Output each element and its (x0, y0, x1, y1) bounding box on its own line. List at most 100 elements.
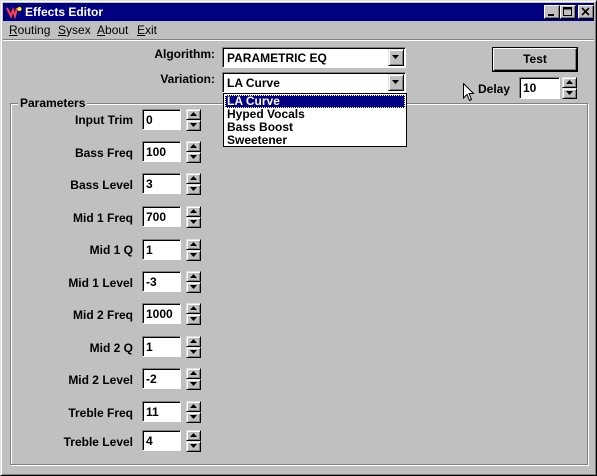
param-input[interactable]: 1000 (142, 303, 181, 324)
spin-up-icon (190, 433, 197, 437)
menu-sysex-label: ysex (66, 23, 91, 37)
spin-down-icon (190, 253, 197, 257)
spin-down-icon (190, 382, 197, 386)
spin-down-icon (190, 123, 197, 127)
menu-sysex[interactable]: Sysex (58, 23, 91, 37)
param-decrement-button[interactable] (186, 282, 201, 293)
param-decrement-button[interactable] (186, 347, 201, 358)
variation-dropdown-list: LA Curve Hyped Vocals Bass Boost Sweeten… (223, 93, 407, 147)
close-icon (581, 7, 590, 16)
param-label: Bass Freq (74, 146, 133, 160)
param-label: Treble Freq (68, 406, 133, 420)
menu-exit-mnemonic: E (137, 23, 146, 37)
param-increment-button[interactable] (186, 401, 201, 412)
param-increment-button[interactable] (186, 368, 201, 379)
variation-option[interactable]: Sweetener (225, 134, 405, 147)
param-increment-button[interactable] (186, 271, 201, 282)
param-spinner (186, 173, 201, 195)
close-button[interactable] (578, 5, 594, 19)
param-spinner (186, 271, 201, 293)
param-spinner (186, 336, 201, 358)
param-value: -3 (146, 275, 157, 289)
spin-up-icon (190, 209, 197, 213)
spin-up-icon (190, 112, 197, 116)
param-value: 100 (146, 145, 167, 159)
delay-label: Delay (478, 82, 511, 96)
menu-about-label: bout (105, 23, 129, 37)
chevron-down-icon (392, 55, 399, 59)
param-decrement-button[interactable] (186, 152, 201, 163)
param-increment-button[interactable] (186, 206, 201, 217)
param-decrement-button[interactable] (186, 412, 201, 423)
param-label: Mid 2 Level (68, 373, 133, 387)
title-bar[interactable]: Effects Editor (3, 3, 594, 21)
param-decrement-button[interactable] (186, 314, 201, 325)
param-value: 4 (146, 434, 153, 448)
param-decrement-button[interactable] (186, 184, 201, 195)
param-spinner (186, 401, 201, 423)
chevron-down-icon (392, 80, 399, 84)
spin-down-icon (190, 285, 197, 289)
menu-routing[interactable]: Routing (9, 23, 50, 37)
param-input[interactable]: -3 (142, 271, 181, 292)
param-label: Mid 1 Q (89, 243, 133, 257)
maximize-button[interactable] (560, 5, 576, 19)
param-decrement-button[interactable] (186, 120, 201, 131)
param-input[interactable]: 1 (142, 239, 181, 260)
param-input[interactable]: 4 (142, 430, 181, 451)
variation-select[interactable]: LA Curve (222, 72, 406, 93)
algorithm-select[interactable]: PARAMETRIC EQ (222, 47, 406, 68)
spin-up-icon (190, 274, 197, 278)
maximize-icon (563, 7, 572, 16)
algorithm-value: PARAMETRIC EQ (227, 51, 327, 65)
delay-increment-button[interactable] (562, 77, 577, 88)
param-value: 0 (146, 113, 153, 127)
param-increment-button[interactable] (186, 336, 201, 347)
param-increment-button[interactable] (186, 109, 201, 120)
param-spinner (186, 206, 201, 228)
param-label: Mid 2 Q (89, 341, 133, 355)
param-decrement-button[interactable] (186, 217, 201, 228)
param-label: Mid 1 Freq (72, 211, 133, 225)
menu-exit-label: xit (145, 23, 158, 37)
algorithm-dropdown-button[interactable] (388, 49, 404, 66)
param-input[interactable]: 1 (142, 336, 181, 357)
minimize-button[interactable] (544, 5, 560, 19)
param-value: 1000 (146, 307, 173, 321)
param-value: -2 (146, 372, 157, 386)
menu-exit[interactable]: Exit (137, 23, 157, 37)
menu-about[interactable]: About (97, 23, 128, 37)
spin-up-icon (190, 371, 197, 375)
param-increment-button[interactable] (186, 141, 201, 152)
param-value: 700 (146, 210, 167, 224)
param-input[interactable]: 11 (142, 401, 181, 422)
param-increment-button[interactable] (186, 239, 201, 250)
param-value: 11 (146, 405, 159, 419)
param-input[interactable]: 700 (142, 206, 181, 227)
spin-up-icon (190, 306, 197, 310)
param-increment-button[interactable] (186, 173, 201, 184)
spin-up-icon (190, 339, 197, 343)
param-decrement-button[interactable] (186, 250, 201, 261)
param-increment-button[interactable] (186, 303, 201, 314)
param-decrement-button[interactable] (186, 379, 201, 390)
effects-editor-window: Effects Editor Routing Sysex About Exit … (0, 0, 597, 476)
spin-up-icon (190, 242, 197, 246)
spin-up-icon (566, 80, 573, 84)
param-input[interactable]: 0 (142, 109, 181, 130)
spin-down-icon (566, 91, 573, 95)
param-input[interactable]: 3 (142, 173, 181, 194)
mouse-pointer-icon (463, 83, 475, 102)
param-spinner (186, 303, 201, 325)
param-label: Treble Level (63, 435, 133, 449)
delay-input[interactable]: 10 (519, 77, 560, 99)
variation-dropdown-button[interactable] (388, 74, 404, 91)
test-button[interactable]: Test (493, 48, 577, 71)
window-title: Effects Editor (25, 5, 104, 19)
param-decrement-button[interactable] (186, 441, 201, 452)
param-increment-button[interactable] (186, 430, 201, 441)
param-input[interactable]: 100 (142, 141, 181, 162)
delay-decrement-button[interactable] (562, 88, 577, 99)
param-input[interactable]: -2 (142, 368, 181, 389)
effects-app-icon[interactable] (6, 5, 22, 20)
